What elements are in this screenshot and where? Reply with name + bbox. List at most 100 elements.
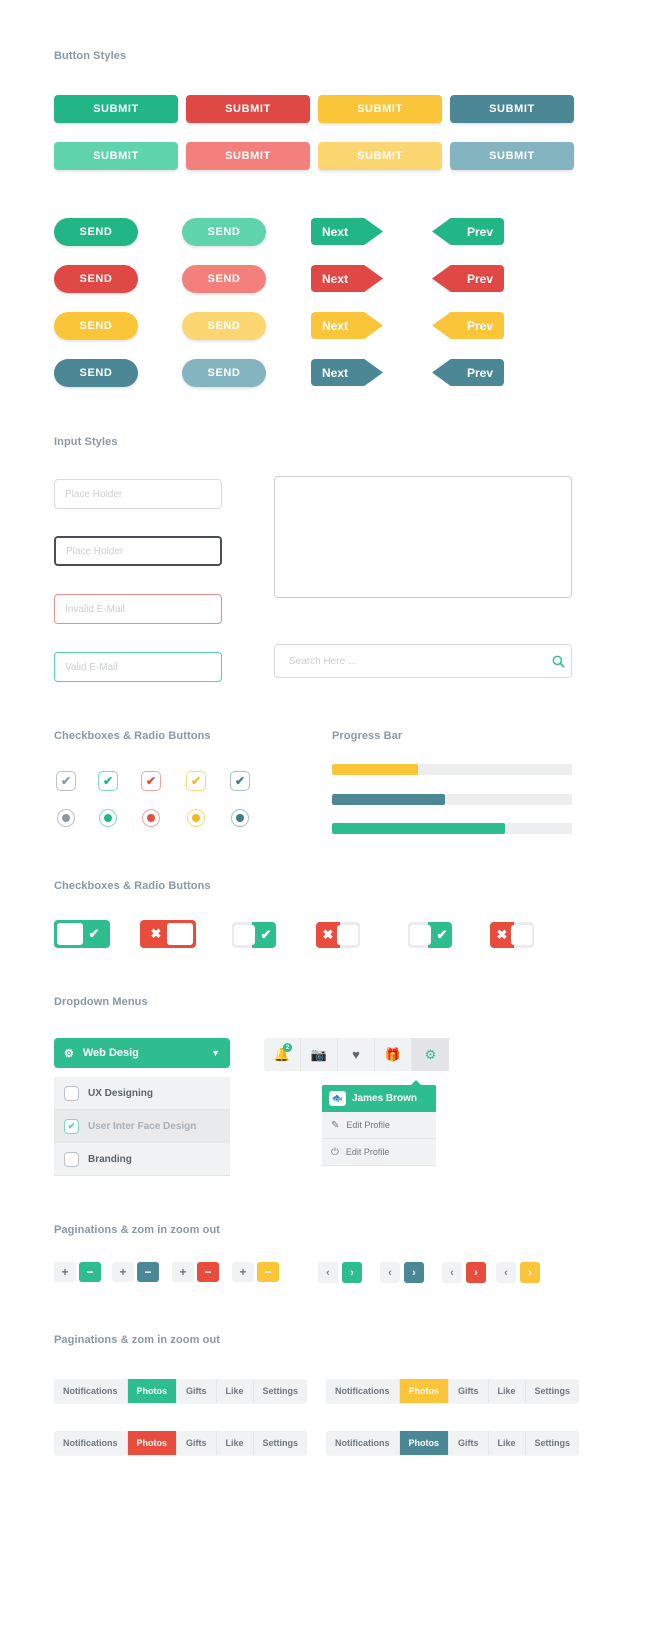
- zoom-out-button[interactable]: −: [137, 1262, 159, 1282]
- submit-button[interactable]: SUBMIT: [54, 95, 178, 123]
- prev-page-button[interactable]: ‹: [496, 1262, 516, 1283]
- tab-photos[interactable]: Photos: [399, 1379, 450, 1403]
- next-button[interactable]: Next: [311, 359, 383, 386]
- checkbox[interactable]: ✔: [56, 771, 76, 791]
- camera-icon[interactable]: 📷: [301, 1038, 338, 1071]
- checkbox[interactable]: ✔: [141, 771, 161, 791]
- checkbox[interactable]: ✔: [230, 771, 250, 791]
- dropdown-header[interactable]: ⚙ Web Desig ▼: [54, 1038, 230, 1068]
- next-button[interactable]: Next: [311, 265, 383, 292]
- prev-page-button[interactable]: ‹: [380, 1262, 400, 1283]
- heart-icon[interactable]: ♥: [338, 1038, 375, 1071]
- submit-button[interactable]: SUBMIT: [186, 95, 310, 123]
- tab-settings[interactable]: Settings: [253, 1431, 308, 1455]
- zoom-in-button[interactable]: +: [54, 1262, 76, 1282]
- send-button[interactable]: SEND: [182, 265, 266, 293]
- toggle-switch[interactable]: ✔: [232, 922, 276, 948]
- toggle-switch[interactable]: ✖: [490, 922, 534, 948]
- send-button[interactable]: SEND: [182, 312, 266, 340]
- toggle-switch[interactable]: ✖: [140, 920, 196, 948]
- search-icon[interactable]: [545, 655, 571, 668]
- placeholder-input[interactable]: [54, 479, 222, 509]
- send-button[interactable]: SEND: [182, 359, 266, 387]
- zoom-in-button[interactable]: +: [172, 1262, 194, 1282]
- send-button[interactable]: SEND: [182, 218, 266, 246]
- tab-settings[interactable]: Settings: [525, 1379, 580, 1403]
- next-button[interactable]: Next: [311, 312, 383, 339]
- toggle-switch[interactable]: ✖: [316, 922, 360, 948]
- bell-icon[interactable]: 🔔 2: [264, 1038, 301, 1071]
- tab-like[interactable]: Like: [488, 1431, 526, 1455]
- tab-notifications[interactable]: Notifications: [326, 1431, 400, 1455]
- prev-button[interactable]: Prev: [432, 265, 504, 292]
- gift-icon[interactable]: 🎁: [375, 1038, 412, 1071]
- checkbox[interactable]: [64, 1085, 79, 1101]
- radio-button[interactable]: [187, 809, 205, 827]
- submit-button[interactable]: SUBMIT: [186, 142, 310, 170]
- dropdown-item[interactable]: Branding: [54, 1143, 230, 1176]
- tab-notifications[interactable]: Notifications: [54, 1379, 128, 1403]
- prev-page-button[interactable]: ‹: [318, 1262, 338, 1283]
- radio-button[interactable]: [142, 809, 160, 827]
- search-input[interactable]: [275, 645, 545, 677]
- search-field[interactable]: [274, 644, 572, 678]
- checkbox[interactable]: ✔: [186, 771, 206, 791]
- tab-settings[interactable]: Settings: [253, 1379, 308, 1403]
- placeholder-input-focused[interactable]: [54, 536, 222, 566]
- submit-button[interactable]: SUBMIT: [318, 142, 442, 170]
- zoom-in-button[interactable]: +: [232, 1262, 254, 1282]
- submit-button[interactable]: SUBMIT: [54, 142, 178, 170]
- dropdown-item[interactable]: ✔ User Inter Face Design: [54, 1110, 230, 1143]
- valid-email-input[interactable]: [54, 652, 222, 682]
- user-menu-header[interactable]: 🐟 James Brown: [322, 1085, 436, 1112]
- prev-button[interactable]: Prev: [432, 359, 504, 386]
- tab-like[interactable]: Like: [216, 1379, 254, 1403]
- checkbox[interactable]: ✔: [98, 771, 118, 791]
- tab-like[interactable]: Like: [488, 1379, 526, 1403]
- tab-gifts[interactable]: Gifts: [177, 1379, 217, 1403]
- tab-settings[interactable]: Settings: [525, 1431, 580, 1455]
- next-page-button[interactable]: ›: [466, 1262, 486, 1283]
- message-textarea[interactable]: [274, 476, 572, 598]
- zoom-out-button[interactable]: −: [257, 1262, 279, 1282]
- submit-button[interactable]: SUBMIT: [450, 95, 574, 123]
- prev-button[interactable]: Prev: [432, 218, 504, 245]
- tab-notifications[interactable]: Notifications: [54, 1431, 128, 1455]
- next-page-button[interactable]: ›: [520, 1262, 540, 1283]
- send-button[interactable]: SEND: [54, 312, 138, 340]
- zoom-out-button[interactable]: −: [79, 1262, 101, 1282]
- send-button[interactable]: SEND: [54, 359, 138, 387]
- tab-photos[interactable]: Photos: [127, 1431, 178, 1455]
- tab-notifications[interactable]: Notifications: [326, 1379, 400, 1403]
- user-menu-item[interactable]: ✎ Edit Profile: [322, 1112, 436, 1139]
- prev-page-button[interactable]: ‹: [442, 1262, 462, 1283]
- tab-photos[interactable]: Photos: [399, 1431, 450, 1455]
- gear-icon[interactable]: ⚙: [412, 1038, 449, 1071]
- send-button[interactable]: SEND: [54, 218, 138, 246]
- tab-gifts[interactable]: Gifts: [449, 1379, 489, 1403]
- zoom-in-button[interactable]: +: [112, 1262, 134, 1282]
- radio-button[interactable]: [231, 809, 249, 827]
- checkbox[interactable]: [64, 1151, 79, 1167]
- user-menu-item[interactable]: ⏻ Edit Profile: [322, 1139, 436, 1166]
- radio-button[interactable]: [99, 809, 117, 827]
- tab-photos[interactable]: Photos: [127, 1379, 178, 1403]
- next-page-button[interactable]: ›: [342, 1262, 362, 1283]
- checkbox[interactable]: ✔: [64, 1118, 79, 1134]
- radio-button[interactable]: [57, 809, 75, 827]
- invalid-email-input[interactable]: [54, 594, 222, 624]
- next-button[interactable]: Next: [311, 218, 383, 245]
- send-button[interactable]: SEND: [54, 265, 138, 293]
- tab-gifts[interactable]: Gifts: [177, 1431, 217, 1455]
- prev-button[interactable]: Prev: [432, 312, 504, 339]
- zoom-out-button[interactable]: −: [197, 1262, 219, 1282]
- next-page-button[interactable]: ›: [404, 1262, 424, 1283]
- toggle-switch[interactable]: ✔: [54, 920, 110, 948]
- submit-button[interactable]: SUBMIT: [450, 142, 574, 170]
- dropdown-item[interactable]: UX Designing: [54, 1077, 230, 1110]
- toggle-switch[interactable]: ✔: [408, 922, 452, 948]
- tab-gifts[interactable]: Gifts: [449, 1431, 489, 1455]
- chevron-down-icon[interactable]: ▼: [211, 1048, 220, 1058]
- tab-like[interactable]: Like: [216, 1431, 254, 1455]
- submit-button[interactable]: SUBMIT: [318, 95, 442, 123]
